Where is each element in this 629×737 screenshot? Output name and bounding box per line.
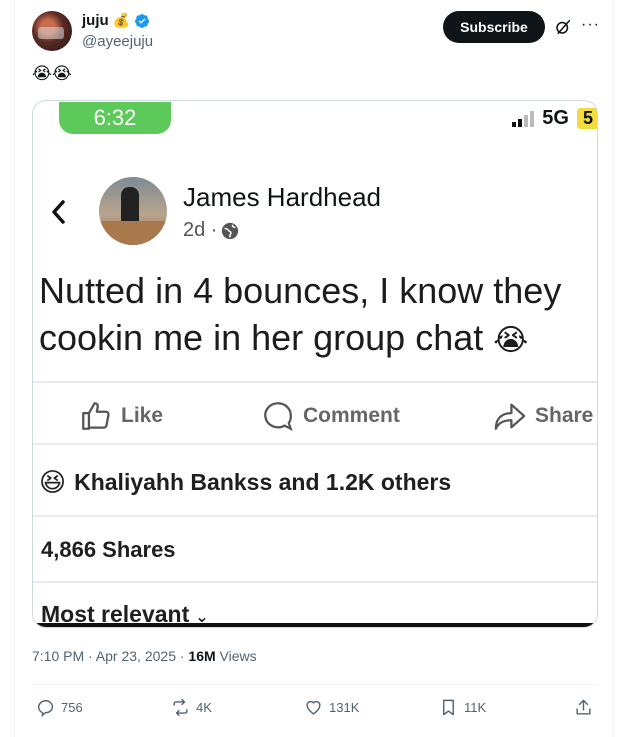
divider bbox=[33, 581, 597, 583]
status-time: 6:32 bbox=[59, 102, 171, 134]
fb-author-name: James Hardhead bbox=[183, 182, 381, 212]
comment-bubble-icon bbox=[264, 402, 293, 432]
fb-reactions: 😆 Khaliyahh Bankss and 1.2K others bbox=[39, 467, 451, 498]
subscribe-button[interactable]: Subscribe bbox=[443, 11, 545, 43]
reply-count: 756 bbox=[61, 700, 83, 715]
back-arrow-icon bbox=[52, 200, 65, 224]
fb-shares-count: 4,866 Shares bbox=[41, 537, 176, 562]
network-label: 5G bbox=[542, 107, 569, 129]
verified-badge-icon bbox=[135, 13, 150, 28]
signal-icon bbox=[512, 110, 535, 127]
author-handle[interactable]: @ayeejuju bbox=[82, 33, 153, 50]
divider bbox=[32, 684, 598, 685]
fb-post-meta: 2d · bbox=[183, 219, 239, 242]
battery-indicator: 5 bbox=[576, 108, 597, 129]
tweet-text: 😭😭 bbox=[32, 64, 72, 83]
grok-icon[interactable] bbox=[554, 18, 572, 36]
like-button[interactable]: 131K bbox=[304, 698, 359, 717]
tweet-timestamp[interactable]: 7:10 PM · Apr 23, 2025 · bbox=[32, 648, 188, 664]
laughing-emoji: 😆 bbox=[39, 467, 67, 497]
author-display-name[interactable]: juju bbox=[82, 12, 109, 29]
fb-like-label: Like bbox=[121, 404, 164, 427]
more-options-icon[interactable]: ··· bbox=[581, 16, 600, 34]
author-name-row[interactable]: juju 💰 bbox=[82, 12, 150, 29]
share-arrow-icon bbox=[494, 403, 526, 430]
heart-icon bbox=[306, 700, 321, 715]
fb-share-action: Share bbox=[493, 399, 593, 433]
divider bbox=[33, 443, 597, 445]
fb-post-age: 2d · bbox=[183, 219, 218, 241]
repost-button[interactable]: 4K bbox=[171, 698, 212, 717]
share-icon bbox=[576, 699, 591, 715]
thumbs-up-icon bbox=[82, 402, 110, 430]
tweet-media-image[interactable]: 6:32 5G 5 James Hardhead 2d · Nutted in … bbox=[32, 100, 598, 628]
fb-post-text: Nutted in 4 bounces, I know they cookin … bbox=[39, 267, 597, 364]
bookmark-icon bbox=[443, 699, 454, 716]
globe-icon bbox=[222, 222, 239, 239]
fb-action-bar: Like Comment Share bbox=[33, 391, 597, 435]
repost-icon bbox=[173, 698, 188, 717]
views-label: Views bbox=[215, 648, 257, 664]
status-bar: 5G 5 bbox=[512, 107, 597, 130]
author-avatar[interactable] bbox=[32, 11, 72, 51]
views-count: 16M bbox=[188, 648, 216, 664]
money-bag-emoji: 💰 bbox=[112, 12, 131, 28]
reply-button[interactable]: 756 bbox=[36, 698, 83, 717]
crying-emoji: 😭 bbox=[493, 324, 529, 357]
like-count: 131K bbox=[329, 700, 360, 715]
repost-count: 4K bbox=[196, 700, 212, 715]
fb-reactions-text: Khaliyahh Bankss and 1.2K others bbox=[74, 469, 452, 495]
tweet-timestamp-views: 7:10 PM · Apr 23, 2025 · 16M Views bbox=[32, 648, 257, 664]
fb-comment-label: Comment bbox=[303, 404, 400, 427]
fb-post-body: Nutted in 4 bounces, I know they cookin … bbox=[39, 270, 562, 358]
fb-author-avatar bbox=[99, 177, 167, 245]
bookmark-count: 11K bbox=[464, 700, 487, 715]
share-button[interactable] bbox=[574, 698, 593, 717]
divider bbox=[33, 515, 597, 517]
engagement-bar: 756 4K 131K 11K bbox=[32, 695, 598, 721]
reply-icon bbox=[37, 700, 54, 717]
fb-share-label: Share bbox=[535, 404, 594, 427]
fb-like-action: Like bbox=[79, 399, 163, 433]
bookmark-button[interactable]: 11K bbox=[439, 698, 486, 717]
divider bbox=[33, 381, 597, 383]
image-bottom-edge bbox=[33, 623, 597, 627]
fb-comment-action: Comment bbox=[261, 399, 400, 433]
